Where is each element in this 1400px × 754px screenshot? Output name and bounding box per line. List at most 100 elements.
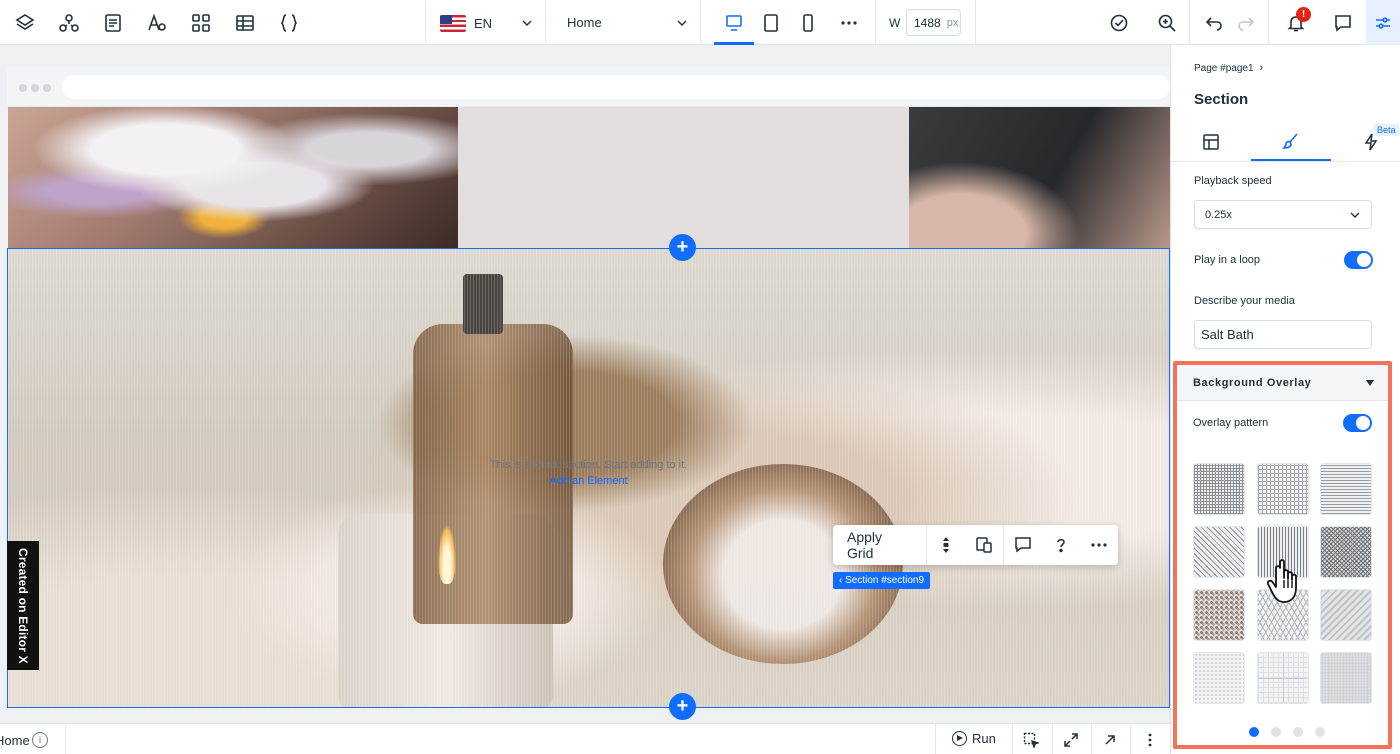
info-icon[interactable]: i — [32, 732, 48, 748]
divider — [700, 0, 701, 45]
beige-image[interactable] — [458, 107, 909, 248]
chevron-down-icon — [677, 20, 687, 26]
undo-icon[interactable] — [1202, 11, 1226, 35]
help-icon[interactable] — [1042, 525, 1080, 565]
play-loop-label: Play in a loop — [1194, 254, 1261, 266]
describe-media-label: Describe your media — [1194, 295, 1295, 307]
flower-image[interactable] — [8, 107, 458, 248]
created-on-label: Created on Editor X — [16, 547, 30, 664]
pattern-swatch[interactable] — [1193, 463, 1245, 515]
beta-badge: Beta — [1374, 124, 1399, 136]
divider — [545, 0, 546, 45]
describe-media-input[interactable]: Salt Bath — [1194, 320, 1372, 349]
mobile-icon[interactable] — [795, 10, 821, 36]
divider — [425, 0, 426, 45]
add-section-above-button[interactable]: + — [669, 234, 696, 261]
pagination-dot[interactable] — [1315, 727, 1325, 737]
layers-icon[interactable] — [13, 11, 37, 35]
playback-speed-select[interactable]: 0.25x — [1194, 200, 1372, 229]
divider — [975, 0, 976, 45]
divider — [1171, 161, 1400, 162]
notification-badge: ! — [1296, 7, 1311, 22]
apply-grid-button[interactable]: Apply Grid — [833, 525, 928, 565]
play-icon — [952, 731, 967, 746]
window-dot — [31, 84, 39, 92]
desktop-icon[interactable] — [721, 10, 747, 36]
add-element-link[interactable]: Add an Element — [7, 475, 1170, 487]
components-icon[interactable] — [57, 11, 81, 35]
more-icon[interactable] — [1080, 525, 1118, 565]
tab-design[interactable] — [1251, 123, 1331, 161]
comment-icon[interactable] — [1004, 525, 1042, 565]
code-icon[interactable] — [277, 11, 301, 35]
layout-icon — [1203, 134, 1219, 150]
run-button[interactable]: Run — [952, 731, 996, 746]
check-icon[interactable] — [1107, 11, 1131, 35]
url-bar — [62, 75, 1170, 99]
width-unit: px — [946, 16, 959, 29]
background-overlay-title: Background Overlay — [1193, 377, 1312, 389]
created-on-badge[interactable]: Created on Editor X — [7, 541, 39, 670]
divider — [1012, 724, 1013, 754]
arm-image[interactable] — [909, 107, 1170, 248]
width-label: W — [889, 16, 901, 30]
pagination-dot[interactable] — [1293, 727, 1303, 737]
pattern-swatch[interactable] — [1320, 526, 1372, 578]
pattern-swatch[interactable] — [1193, 589, 1245, 641]
divider — [1091, 724, 1092, 754]
apps-icon[interactable] — [189, 11, 213, 35]
table-icon[interactable] — [233, 11, 257, 35]
pattern-swatch[interactable] — [1193, 652, 1245, 704]
breadcrumb[interactable]: Page #page1 › — [1194, 62, 1263, 74]
divider — [1189, 0, 1190, 45]
overlay-pattern-toggle[interactable] — [1343, 414, 1372, 432]
editor-canvas[interactable]: This is a blank section. Start adding to… — [0, 45, 1170, 720]
hand-cursor-icon — [1266, 559, 1297, 603]
width-input[interactable]: 1488 px — [906, 9, 961, 36]
section-tag[interactable]: ‹ Section #section9 — [833, 572, 931, 589]
flame-image-element — [438, 524, 456, 584]
pattern-swatch[interactable] — [1320, 652, 1372, 704]
pattern-swatch[interactable] — [1257, 463, 1309, 515]
divider — [935, 724, 936, 754]
responsive-icon[interactable] — [965, 525, 1003, 565]
blank-section-message: This is a blank section. Start adding to… — [489, 459, 688, 471]
page-selector[interactable]: Home — [567, 15, 602, 30]
comment-icon[interactable] — [1331, 11, 1355, 35]
typography-icon[interactable] — [145, 11, 169, 35]
tablet-icon[interactable] — [758, 10, 784, 36]
more-vertical-icon[interactable] — [1141, 731, 1159, 749]
background-overlay-section: Background Overlay Overlay pattern — [1173, 361, 1392, 749]
external-link-icon[interactable] — [1101, 731, 1119, 749]
language-selector[interactable]: EN — [440, 12, 492, 34]
panel-toggle-icon[interactable] — [1366, 0, 1400, 45]
play-loop-toggle[interactable] — [1344, 251, 1373, 269]
pump-image-element — [463, 274, 503, 334]
brush-icon — [1282, 133, 1298, 149]
tab-layout[interactable] — [1171, 123, 1251, 161]
expand-icon[interactable] — [1062, 731, 1080, 749]
pattern-swatch[interactable] — [1257, 652, 1309, 704]
pagination-dot[interactable] — [1271, 727, 1281, 737]
zoom-icon[interactable] — [1155, 11, 1179, 35]
select-tool-icon[interactable] — [1022, 731, 1040, 749]
caret-down-icon — [1366, 380, 1374, 386]
browser-frame — [7, 67, 1170, 107]
floating-toolbar: Apply Grid — [833, 525, 1118, 565]
pattern-swatch[interactable] — [1320, 463, 1372, 515]
redo-icon[interactable] — [1234, 11, 1258, 35]
top-toolbar: EN Home W 1488 px ! — [0, 0, 1400, 45]
playback-speed-label: Playback speed — [1194, 175, 1272, 187]
pattern-swatch[interactable] — [1320, 589, 1372, 641]
add-section-below-button[interactable]: + — [669, 693, 696, 720]
layout-tool-icon[interactable] — [927, 525, 965, 565]
background-overlay-header[interactable]: Background Overlay — [1177, 365, 1388, 401]
bottom-bar: Home i Run — [0, 723, 1170, 754]
window-dot — [43, 84, 51, 92]
pattern-swatch[interactable] — [1193, 526, 1245, 578]
playback-speed-value: 0.25x — [1205, 208, 1232, 221]
pages-icon[interactable] — [101, 11, 125, 35]
breadcrumb-label: Page #page1 — [1194, 63, 1254, 74]
pagination-dot[interactable] — [1249, 727, 1259, 737]
more-icon[interactable] — [836, 10, 862, 36]
